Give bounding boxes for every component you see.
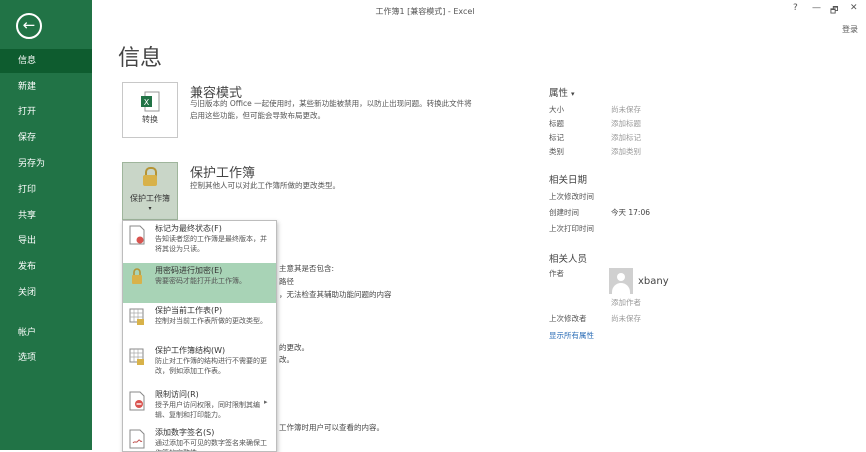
related-dates-title: 相关日期 bbox=[549, 175, 588, 186]
prop-label-category: 类别 bbox=[549, 147, 564, 156]
restrict-access-icon bbox=[129, 391, 145, 411]
date-value-created: 今天 17:06 bbox=[611, 208, 650, 217]
nav-item-export[interactable]: 导出 bbox=[0, 229, 92, 253]
menu-item-desc: 授予用户访问权限，同时限制其编辑、复制和打印能力。 bbox=[155, 401, 260, 419]
nav-item-new[interactable]: 新建 bbox=[0, 75, 92, 99]
inspect-desc-line2: 路径 bbox=[279, 277, 294, 286]
manage-desc-line2: 改。 bbox=[279, 355, 294, 364]
protect-workbook-menu: 标记为最终状态(F) 告知读者您的工作簿是最终版本，并将其设为只读。 用密码进行… bbox=[122, 220, 277, 452]
menu-item-restrict-access[interactable]: 限制访问(R) 授予用户访问权限，同时限制其编辑、复制和打印能力。 ▸ bbox=[123, 387, 276, 425]
date-label-printed: 上次打印时间 bbox=[549, 224, 594, 233]
menu-item-desc: 需要密码才能打开此工作簿。 bbox=[155, 277, 246, 285]
menu-item-title: 保护当前工作表(P) bbox=[155, 306, 223, 315]
prop-value-tags[interactable]: 添加标记 bbox=[611, 132, 641, 143]
nav-item-save-as[interactable]: 另存为 bbox=[0, 152, 92, 176]
convert-button-label: 转换 bbox=[142, 115, 158, 124]
protect-title: 保护工作簿 bbox=[190, 166, 256, 181]
author-label: 作者 bbox=[549, 269, 564, 278]
author-name[interactable]: xbany bbox=[638, 276, 669, 287]
prop-label-tags: 标记 bbox=[549, 133, 564, 142]
prop-value-category[interactable]: 添加类别 bbox=[611, 146, 641, 157]
nav-item-print[interactable]: 打印 bbox=[0, 178, 92, 202]
help-icon[interactable]: ? bbox=[793, 3, 798, 13]
nav-item-account[interactable]: 帐户 bbox=[0, 321, 92, 345]
browser-desc-line1: 工作簿时用户可以查看的内容。 bbox=[279, 423, 384, 432]
prop-label-title: 标题 bbox=[549, 119, 564, 128]
avatar bbox=[609, 268, 633, 294]
menu-item-digital-signature[interactable]: 添加数字签名(S) 通过添加不可见的数字签名来确保工作簿的完整性 bbox=[123, 425, 276, 451]
prop-value-title[interactable]: 添加标题 bbox=[611, 118, 641, 129]
close-icon[interactable]: ✕ bbox=[850, 3, 858, 13]
nav-item-close[interactable]: 关闭 bbox=[0, 281, 92, 305]
protect-structure-icon bbox=[129, 348, 144, 365]
protect-workbook-button[interactable]: 保护工作簿 ▾ bbox=[122, 162, 178, 220]
page-title: 信息 bbox=[118, 46, 163, 71]
convert-button[interactable]: X 转换 bbox=[122, 82, 178, 138]
last-modified-by-label: 上次修改者 bbox=[549, 314, 587, 323]
nav-item-options[interactable]: 选项 bbox=[0, 346, 92, 370]
manage-desc-line1: 的更改。 bbox=[279, 343, 309, 352]
back-arrow-icon[interactable]: ← bbox=[16, 13, 42, 39]
minimize-icon[interactable]: — bbox=[812, 3, 821, 13]
protect-sheet-icon bbox=[129, 308, 144, 325]
menu-item-protect-structure[interactable]: 保护工作簿结构(W) 防止对工作簿的结构进行不需要的更改，例如添加工作表。 bbox=[123, 343, 276, 387]
properties-title-text: 属性 bbox=[549, 88, 569, 99]
svg-text:X: X bbox=[144, 98, 150, 107]
compat-desc-line1: 与旧版本的 Office 一起使用时，某些新功能被禁用，以防止出现问题。转换此文… bbox=[190, 99, 472, 108]
backstage-sidebar: ← 信息 新建 打开 保存 另存为 打印 共享 导出 发布 关闭 帐户 选项 bbox=[0, 0, 92, 450]
nav-item-open[interactable]: 打开 bbox=[0, 100, 92, 124]
date-label-modified: 上次修改时间 bbox=[549, 192, 594, 201]
menu-item-title: 添加数字签名(S) bbox=[155, 428, 215, 437]
restore-icon[interactable]: 🗗 bbox=[830, 3, 838, 19]
menu-item-title: 标记为最终状态(F) bbox=[155, 224, 222, 233]
related-people-title: 相关人员 bbox=[549, 254, 588, 265]
date-label-created: 创建时间 bbox=[549, 208, 579, 217]
submenu-arrow-icon: ▸ bbox=[264, 398, 268, 406]
inspect-desc-line3: ，无法检查其辅助功能问题的内容 bbox=[279, 290, 392, 299]
protect-button-label: 保护工作簿 bbox=[130, 194, 170, 203]
lock-icon bbox=[143, 175, 157, 186]
nav-item-save[interactable]: 保存 bbox=[0, 126, 92, 150]
chevron-down-icon: ▾ bbox=[148, 205, 152, 212]
add-author-link[interactable]: 添加作者 bbox=[611, 297, 641, 308]
mark-final-icon bbox=[129, 225, 145, 245]
menu-item-title: 保护工作簿结构(W) bbox=[155, 346, 226, 355]
digital-signature-icon bbox=[129, 429, 145, 449]
menu-item-title: 限制访问(R) bbox=[155, 390, 199, 399]
chevron-down-icon: ▾ bbox=[571, 90, 575, 98]
menu-item-desc: 告知读者您的工作簿是最终版本，并将其设为只读。 bbox=[155, 235, 267, 253]
menu-item-mark-final[interactable]: 标记为最终状态(F) 告知读者您的工作簿是最终版本，并将其设为只读。 bbox=[123, 221, 276, 263]
menu-item-protect-sheet[interactable]: 保护当前工作表(P) 控制对当前工作表所做的更改类型。 bbox=[123, 303, 276, 343]
nav-item-share[interactable]: 共享 bbox=[0, 204, 92, 228]
properties-title[interactable]: 属性 ▾ bbox=[549, 85, 575, 99]
menu-item-encrypt-password[interactable]: 用密码进行加密(E) 需要密码才能打开此工作簿。 bbox=[123, 263, 276, 303]
protect-desc: 控制其他人可以对此工作簿所做的更改类型。 bbox=[190, 181, 340, 190]
window-title: 工作簿1 [兼容模式] - Excel bbox=[375, 7, 475, 16]
key-lock-icon bbox=[132, 268, 142, 284]
nav-item-publish[interactable]: 发布 bbox=[0, 255, 92, 279]
login-link[interactable]: 登录 bbox=[842, 24, 858, 35]
compat-desc-line2: 启用这些功能，但可能会导致布局更改。 bbox=[190, 111, 325, 120]
inspect-desc-line1: 主意其是否包含: bbox=[279, 264, 335, 273]
last-modified-by-value: 尚未保存 bbox=[611, 314, 641, 323]
menu-item-desc: 防止对工作簿的结构进行不需要的更改，例如添加工作表。 bbox=[155, 357, 267, 375]
menu-item-desc: 控制对当前工作表所做的更改类型。 bbox=[155, 317, 267, 325]
prop-value-size: 尚未保存 bbox=[611, 105, 641, 114]
nav-item-info[interactable]: 信息 bbox=[0, 49, 92, 73]
prop-label-size: 大小 bbox=[549, 105, 564, 114]
excel-file-icon: X bbox=[141, 91, 160, 112]
menu-item-title: 用密码进行加密(E) bbox=[155, 266, 223, 275]
show-all-properties-link[interactable]: 显示所有属性 bbox=[549, 330, 594, 341]
